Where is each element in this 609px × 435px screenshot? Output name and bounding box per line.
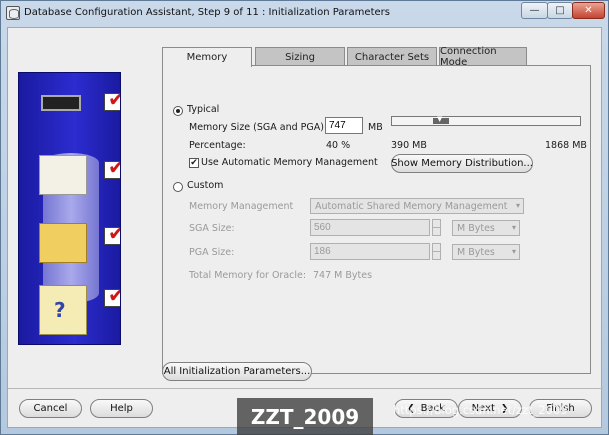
total-memory-label: Total Memory for Oracle: [189,270,307,281]
cancel-button[interactable]: Cancel [19,399,82,418]
slider-max-label: 1868 MB [545,140,587,151]
memory-size-input[interactable] [325,117,363,134]
sga-size-label: SGA Size: [189,223,235,234]
title-bar[interactable]: Database Configuration Assistant, Step 9… [1,1,608,27]
wizard-image-panel: ? [18,72,121,345]
tab-memory[interactable]: Memory [162,47,252,67]
divider [8,388,603,389]
pga-unit-select[interactable]: M Bytes ▾ [452,244,520,260]
chevron-down-icon: ▾ [511,247,516,256]
chevron-down-icon: ▾ [515,201,520,210]
typical-radio[interactable] [173,106,183,116]
memory-size-unit: MB [368,122,383,133]
client-area: ? Memory Sizing Character Sets Connectio… [7,27,603,428]
sga-size-input[interactable] [310,219,430,236]
watermark-label: ZZT_2009 [237,398,373,435]
pga-spinner[interactable] [432,243,441,260]
dbca-window: Database Configuration Assistant, Step 9… [0,0,609,435]
checkmark-icon [104,221,120,245]
pga-size-label: PGA Size: [189,247,235,258]
watermark-url: https://blog.csdn.net/zzt_2009 [393,403,568,417]
memory-size-label: Memory Size (SGA and PGA): [189,122,328,133]
tab-character-sets[interactable]: Character Sets [347,47,437,66]
show-memory-distribution-button[interactable]: Show Memory Distribution... [391,154,533,173]
folders-icon: ? [39,285,87,335]
documents-icon [39,155,87,195]
slider-thumb[interactable] [433,115,449,124]
database-app-icon [6,6,20,20]
percentage-label: Percentage: [189,140,246,151]
pga-unit-value: M Bytes [457,247,495,258]
pga-size-input[interactable] [310,243,430,260]
shapes-icon [39,223,87,263]
minimize-button[interactable]: — [521,2,548,19]
chevron-down-icon: ▾ [511,223,516,232]
sga-unit-value: M Bytes [457,223,495,234]
checkmark-icon [104,283,120,307]
help-button[interactable]: Help [90,399,153,418]
checkmark-icon [104,155,120,179]
tab-sizing[interactable]: Sizing [255,47,345,66]
tab-connection-mode[interactable]: Connection Mode [439,46,527,68]
slider-min-label: 390 MB [391,140,427,151]
close-button[interactable]: ✕ [572,2,605,19]
custom-radio[interactable] [173,182,183,192]
question-mark-icon: ? [54,298,66,322]
total-memory-value: 747 M Bytes [313,270,373,281]
amm-checkbox[interactable]: ✔ [189,158,199,168]
checkmark-icon [104,87,120,111]
memory-slider[interactable] [391,115,581,126]
maximize-button[interactable]: □ [547,2,573,19]
amm-label: Use Automatic Memory Management [201,157,378,168]
all-initialization-parameters-button[interactable]: All Initialization Parameters... [162,362,312,381]
custom-label: Custom [187,180,224,191]
memory-tab-panel: Typical Memory Size (SGA and PGA): MB Pe… [162,65,591,374]
window-title: Database Configuration Assistant, Step 9… [24,7,390,18]
sga-unit-select[interactable]: M Bytes ▾ [452,220,520,236]
memory-management-select[interactable]: Automatic Shared Memory Management ▾ [310,198,524,214]
memory-management-label: Memory Management [189,201,294,212]
memory-management-value: Automatic Shared Memory Management [315,201,508,212]
percentage-value: 40 % [326,140,351,151]
sga-spinner[interactable] [432,219,441,236]
typical-label: Typical [187,104,220,115]
memory-chip-icon [39,91,83,115]
